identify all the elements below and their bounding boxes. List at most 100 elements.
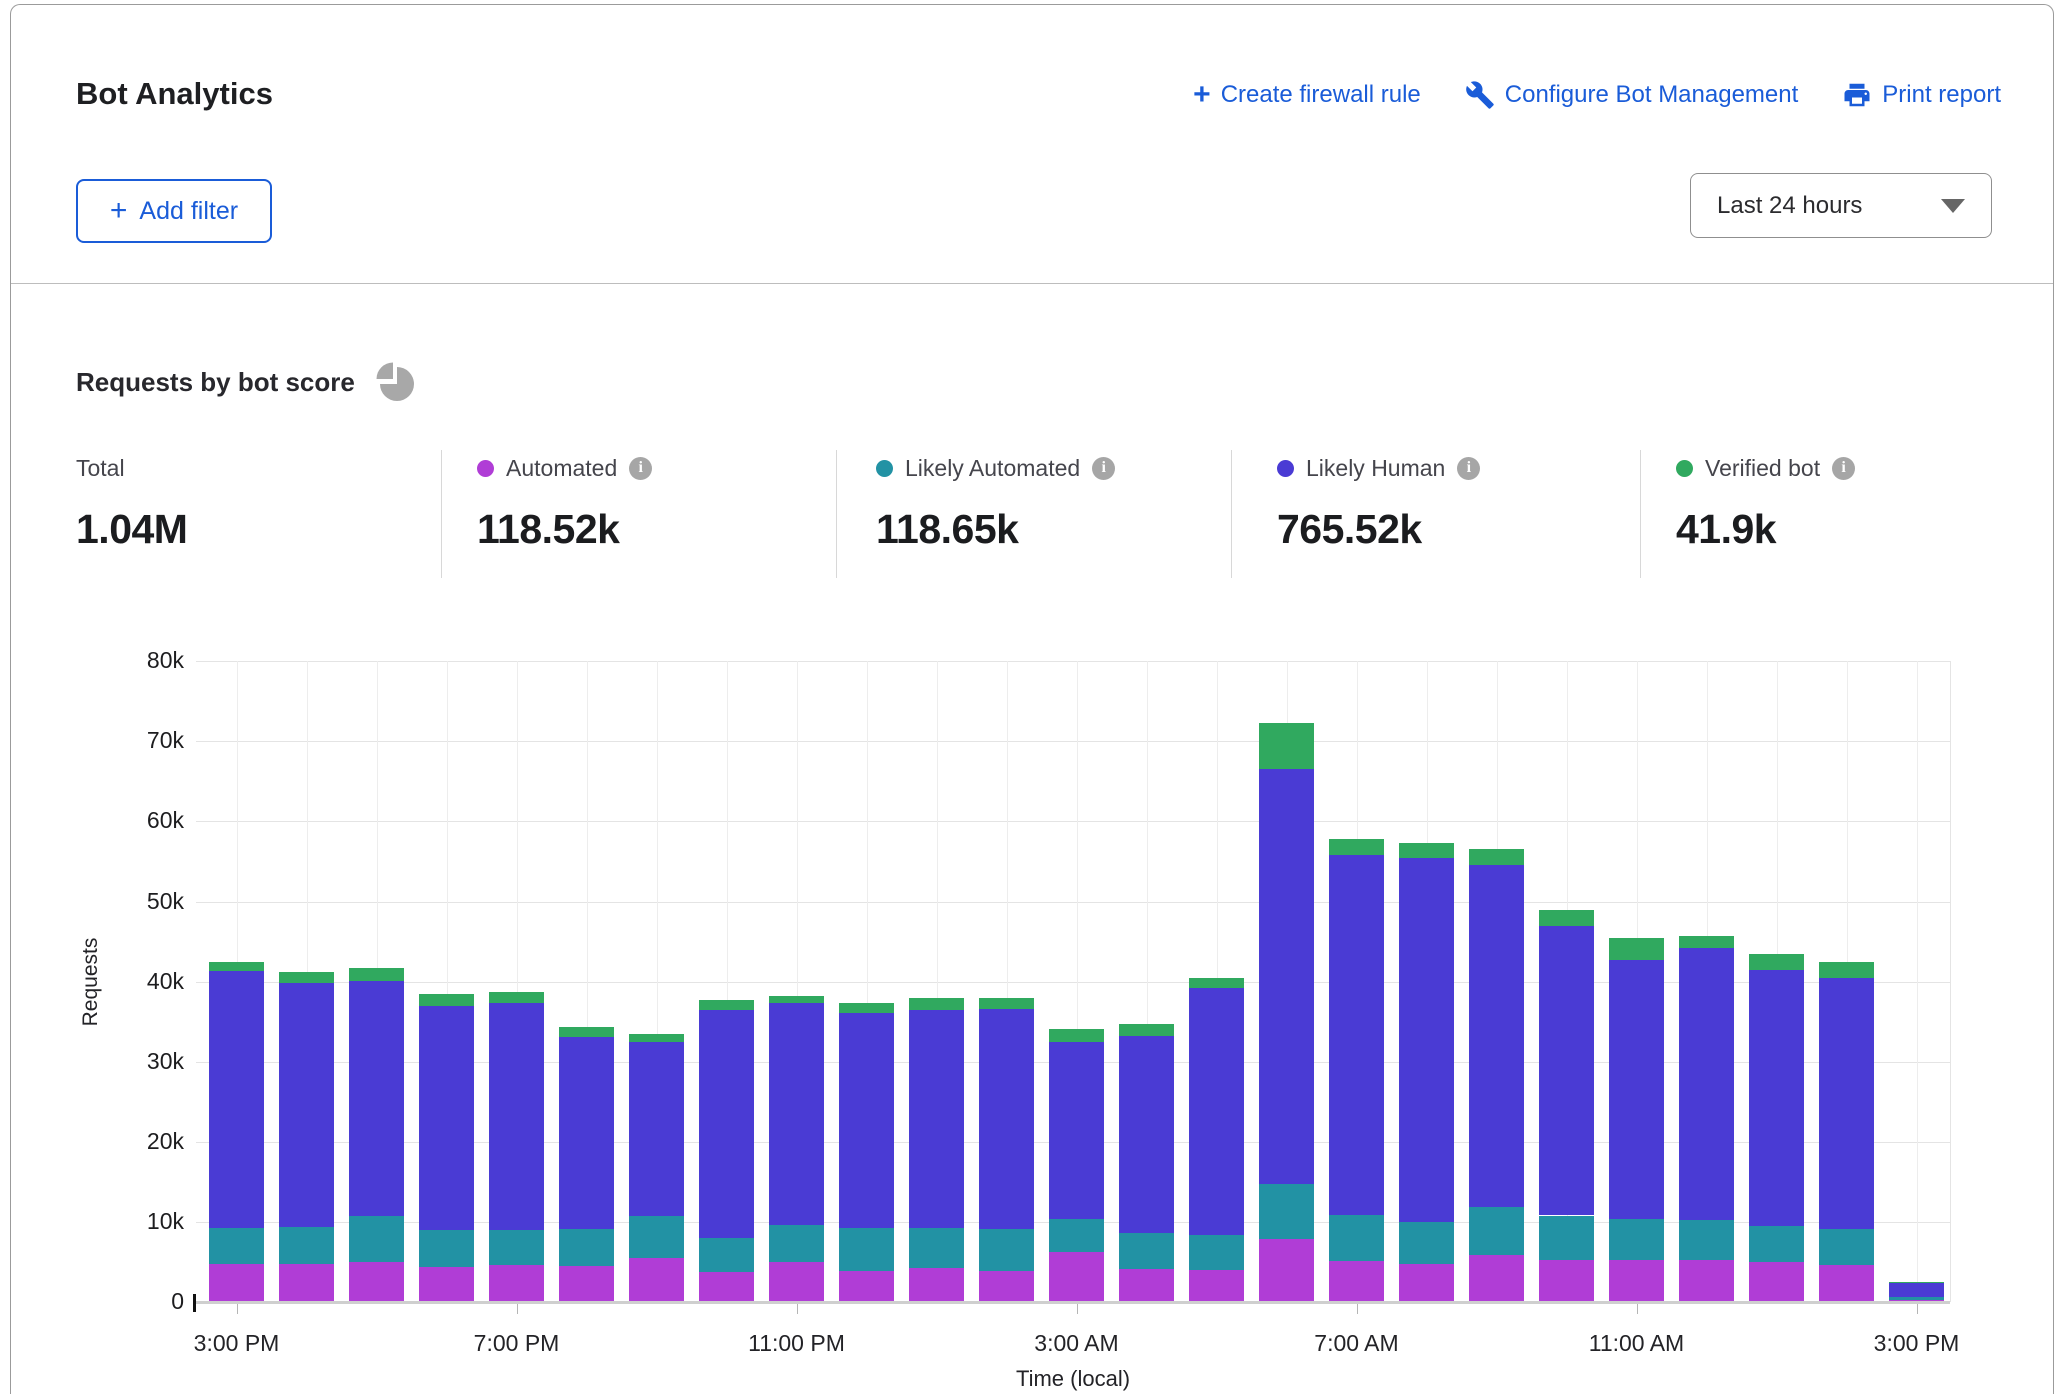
printer-icon (1842, 80, 1872, 110)
bar-segment-verified-bot (1539, 910, 1594, 926)
bar-9-00-pm[interactable] (629, 1034, 684, 1302)
plus-icon: + (1193, 82, 1211, 108)
header-actions: + Create firewall rule Configure Bot Manag… (1193, 80, 2001, 110)
x-tick-label: 7:00 AM (1267, 1330, 1447, 1357)
bar-12-00-pm[interactable] (1679, 936, 1734, 1302)
bar-segment-automated (1189, 1270, 1244, 1302)
bar-segment-verified-bot (1609, 938, 1664, 960)
x-tick-label: 7:00 PM (427, 1330, 607, 1357)
x-tick-mark (1077, 1304, 1078, 1314)
time-range-value: Last 24 hours (1717, 192, 1862, 220)
action-print-report[interactable]: Print report (1842, 80, 2001, 110)
action-label: Print report (1882, 81, 2001, 109)
bar-6-00-pm[interactable] (419, 994, 474, 1302)
x-tick-mark (237, 1304, 238, 1314)
bar-10-00-pm[interactable] (699, 1000, 754, 1302)
bar-2-00-pm[interactable] (1819, 962, 1874, 1302)
stat-automated: Automatedi118.52k (477, 452, 652, 553)
info-icon[interactable]: i (629, 457, 652, 480)
section-heading-text: Requests by bot score (76, 367, 355, 398)
page-title: Bot Analytics (76, 76, 273, 112)
bar-segment-likely-human (349, 981, 404, 1216)
x-tick-label: 3:00 PM (1827, 1330, 2007, 1357)
action-configure-bot-management[interactable]: Configure Bot Management (1465, 80, 1799, 110)
bot-analytics-page: Bot Analytics + Create firewall rule Confi… (0, 0, 2070, 1394)
bar-10-00-am[interactable] (1539, 910, 1594, 1302)
bar-segment-automated (559, 1266, 614, 1302)
bar-11-00-am[interactable] (1609, 938, 1664, 1302)
bar-8-00-am[interactable] (1399, 843, 1454, 1302)
bar-7-00-pm[interactable] (489, 992, 544, 1302)
action-label: Create firewall rule (1221, 81, 1421, 109)
info-icon[interactable]: i (1092, 457, 1115, 480)
y-tick-label: 70k (94, 727, 184, 754)
bar-segment-verified-bot (559, 1027, 614, 1037)
bar-segment-automated (1679, 1260, 1734, 1302)
bar-segment-likely-human (909, 1010, 964, 1229)
bar-segment-likely-automated (1399, 1222, 1454, 1264)
bar-4-00-am[interactable] (1119, 1024, 1174, 1302)
bar-1-00-am[interactable] (909, 998, 964, 1302)
bar-5-00-am[interactable] (1189, 978, 1244, 1302)
add-filter-button[interactable]: + Add filter (76, 179, 272, 243)
bar-3-00-pm[interactable] (1889, 1282, 1944, 1302)
bar-segment-likely-human (559, 1037, 614, 1229)
y-tick-label: 0 (94, 1288, 184, 1315)
x-axis-title: Time (local) (923, 1366, 1223, 1392)
stat-label: Total (76, 455, 125, 482)
stat-value: 118.65k (876, 506, 1115, 553)
bar-segment-likely-automated (769, 1225, 824, 1262)
bar-segment-likely-human (1259, 769, 1314, 1185)
action-create-firewall-rule[interactable]: + Create firewall rule (1193, 81, 1421, 109)
bar-segment-likely-automated (1049, 1219, 1104, 1253)
bar-segment-likely-automated (349, 1216, 404, 1262)
bar-segment-likely-human (1399, 858, 1454, 1222)
time-range-dropdown[interactable]: Last 24 hours (1690, 173, 1992, 238)
bar-8-00-pm[interactable] (559, 1027, 614, 1302)
plus-icon: + (110, 198, 128, 224)
bar-segment-automated (1119, 1269, 1174, 1302)
bar-3-00-am[interactable] (1049, 1029, 1104, 1302)
bar-6-00-am[interactable] (1259, 723, 1314, 1302)
bar-segment-automated (979, 1271, 1034, 1302)
bar-segment-likely-automated (1259, 1184, 1314, 1238)
stat-divider (1231, 450, 1232, 578)
bar-2-00-am[interactable] (979, 998, 1034, 1302)
bar-12-00-am[interactable] (839, 1003, 894, 1302)
bar-3-00-pm[interactable] (209, 962, 264, 1302)
bar-segment-verified-bot (1889, 1282, 1944, 1283)
bar-segment-likely-human (209, 971, 264, 1228)
bar-4-00-pm[interactable] (279, 972, 334, 1302)
info-icon[interactable]: i (1832, 457, 1855, 480)
bar-5-00-pm[interactable] (349, 968, 404, 1302)
v-gridline (1917, 661, 1918, 1302)
bar-segment-likely-human (489, 1003, 544, 1230)
bar-segment-verified-bot (349, 968, 404, 981)
h-gridline (196, 741, 1950, 742)
stat-label: Automated (506, 455, 617, 482)
bar-9-00-am[interactable] (1469, 849, 1524, 1302)
x-tick-mark (1637, 1304, 1638, 1314)
bar-segment-automated (1609, 1260, 1664, 1302)
chevron-down-icon (1941, 199, 1965, 213)
bar-segment-verified-bot (1189, 978, 1244, 988)
bar-7-00-am[interactable] (1329, 839, 1384, 1302)
info-icon[interactable]: i (1457, 457, 1480, 480)
x-tick-mark (797, 1304, 798, 1314)
stat-divider (441, 450, 442, 578)
x-tick-label: 11:00 PM (707, 1330, 887, 1357)
bar-segment-verified-bot (629, 1034, 684, 1043)
bar-segment-likely-human (1189, 988, 1244, 1235)
plot-right-boundary (1950, 661, 1951, 1302)
x-tick-label: 11:00 AM (1547, 1330, 1727, 1357)
x-axis-line (196, 1301, 1950, 1304)
bar-1-00-pm[interactable] (1749, 954, 1804, 1302)
bar-segment-likely-human (979, 1009, 1034, 1229)
bar-segment-likely-automated (629, 1216, 684, 1258)
bar-segment-likely-automated (1539, 1216, 1594, 1260)
bar-segment-automated (1819, 1265, 1874, 1302)
bar-11-00-pm[interactable] (769, 996, 824, 1302)
bar-segment-likely-automated (699, 1238, 754, 1272)
stat-likely-human: Likely Humani765.52k (1277, 452, 1480, 553)
bar-segment-likely-human (699, 1010, 754, 1238)
